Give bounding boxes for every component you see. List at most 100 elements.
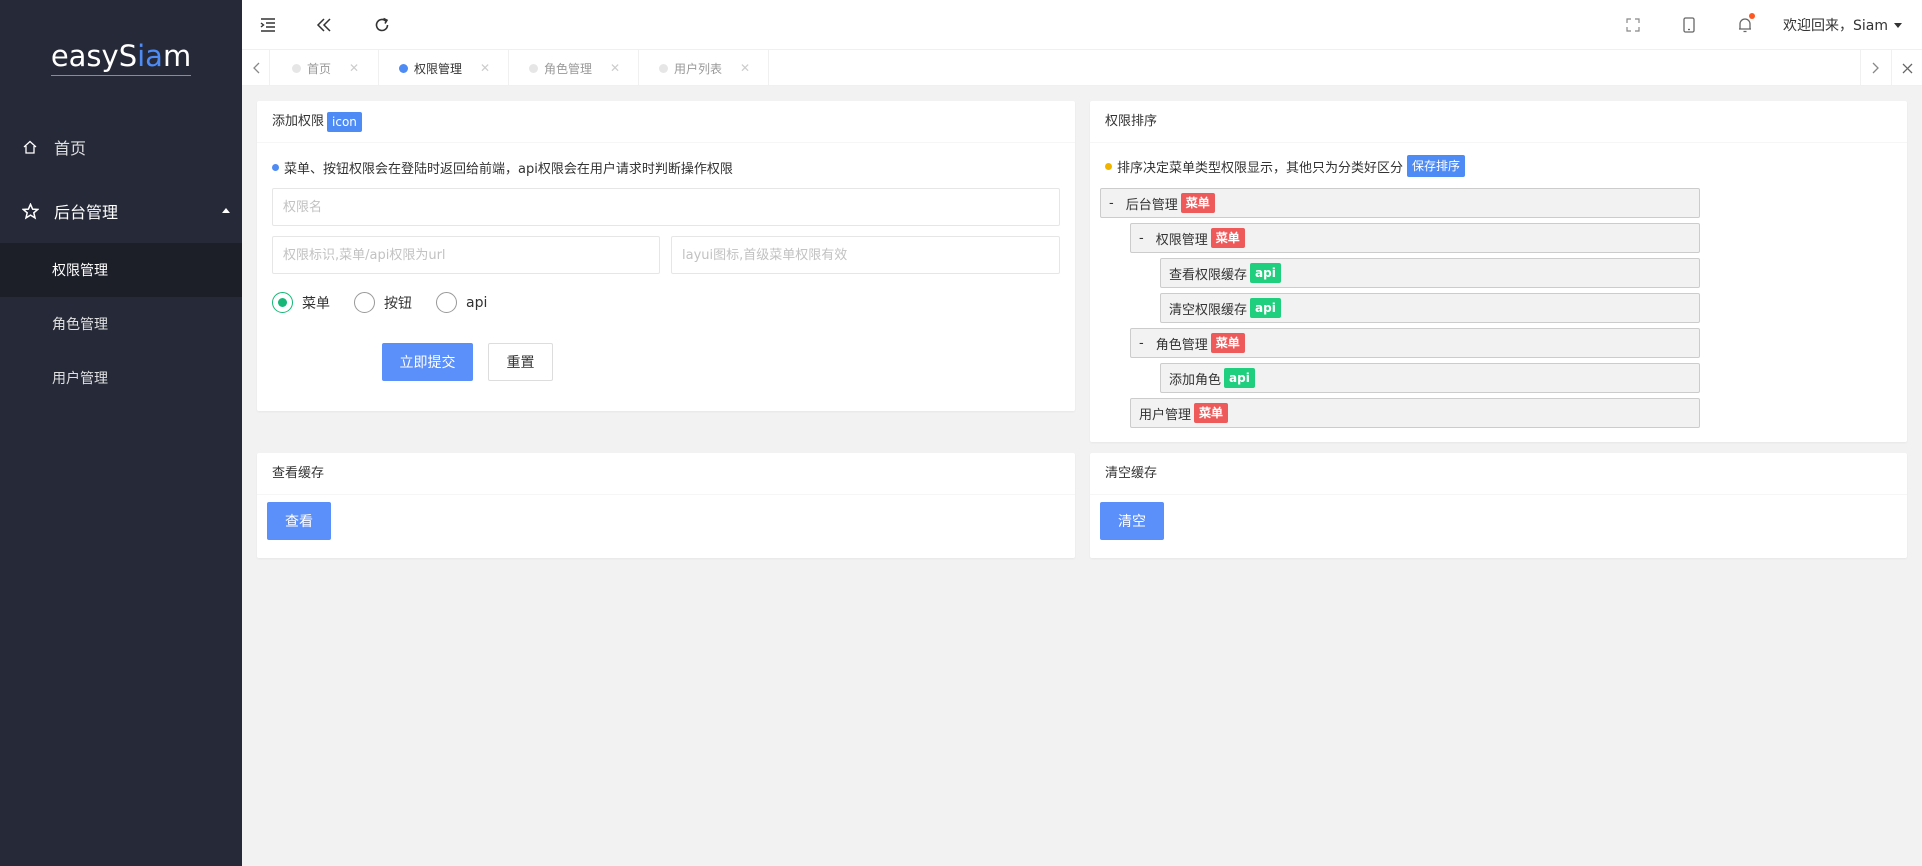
card-header: 添加权限 icon [257,101,1075,143]
view-cache-card: 查看缓存 查看 [257,453,1075,558]
tree-node-label: 查看权限缓存 [1169,267,1248,283]
sidebar-subitem-permissions[interactable]: 权限管理 [0,243,242,297]
api-tag: api [1250,298,1281,318]
tab-label: 用户列表 [674,61,723,76]
close-all-tabs-icon[interactable] [1891,50,1922,86]
radio-button[interactable]: 按钮 [354,292,412,313]
mobile-icon[interactable] [1661,0,1717,50]
tree-node-label: 权限管理 [1155,232,1208,248]
bell-icon[interactable] [1717,0,1773,50]
tab-dot [659,63,668,73]
tab-bar: 首页 ✕ 权限管理 ✕ 角色管理 ✕ 用户列表 ✕ [242,50,1922,86]
menu-tag: 菜单 [1210,333,1245,353]
tree-node[interactable]: 添加角色 api [1160,363,1700,393]
permission-name-input[interactable] [272,188,1060,226]
reset-button[interactable]: 重置 [488,343,553,381]
tab-permissions[interactable]: 权限管理 ✕ [379,50,509,86]
menu-fold-icon[interactable] [248,0,288,50]
permission-icon-input[interactable] [671,236,1060,274]
card-header: 清空缓存 [1090,453,1907,495]
radio-label: 菜单 [302,295,330,312]
tree-node-label: 清空权限缓存 [1169,302,1248,318]
radio-label: api [466,294,488,311]
tree-node[interactable]: 查看权限缓存 api [1160,258,1700,288]
view-cache-button[interactable]: 查看 [267,502,331,540]
info-note: 排序决定菜单类型权限显示，其他只为分类好区分 保存排序 [1105,155,1466,177]
icon-badge[interactable]: icon [327,111,362,132]
refresh-icon[interactable] [362,0,402,50]
notification-dot [1749,13,1755,19]
tab-label: 权限管理 [414,61,463,76]
sidebar-subitem-users[interactable]: 用户管理 [0,351,242,405]
info-note: 菜单、按钮权限会在登陆时返回给前端，api权限会在用户请求时判断操作权限 [272,158,733,177]
caret-down-icon [1894,22,1902,28]
sidebar-subitem-roles[interactable]: 角色管理 [0,297,242,351]
tree-node[interactable]: - 权限管理 菜单 [1130,223,1700,253]
close-icon[interactable]: ✕ [349,61,359,75]
tree-node-label: 后台管理 [1125,197,1178,213]
permission-sort-card: 权限排序 排序决定菜单类型权限显示，其他只为分类好区分 保存排序 - 后台管理 … [1090,101,1907,442]
user-menu[interactable]: 欢迎回来，Siam [1773,15,1922,35]
tree-node-label: 用户管理 [1139,407,1192,423]
sidebar-item-label: 首页 [54,139,87,158]
double-left-icon[interactable] [304,0,344,50]
tab-home[interactable]: 首页 ✕ [272,50,379,86]
card-header: 查看缓存 [257,453,1075,495]
permission-ident-input[interactable] [272,236,660,274]
fullscreen-icon[interactable] [1605,0,1661,50]
home-icon [22,139,44,155]
tab-dot [399,63,408,73]
tab-scroll-right-icon[interactable] [1860,50,1891,86]
card-title: 添加权限 [272,113,325,129]
user-label: 欢迎回来，Siam [1783,18,1888,34]
tab-label: 首页 [307,61,332,76]
tree-node[interactable]: 用户管理 菜单 [1130,398,1700,428]
clear-cache-card: 清空缓存 清空 [1090,453,1907,558]
tree-node[interactable]: 清空权限缓存 api [1160,293,1700,323]
sidebar-item-label: 后台管理 [54,203,119,222]
submit-button[interactable]: 立即提交 [382,343,473,381]
tab-users[interactable]: 用户列表 ✕ [639,50,769,86]
radio-api[interactable]: api [436,292,487,313]
tree-node[interactable]: - 角色管理 菜单 [1130,328,1700,358]
save-sort-button[interactable]: 保存排序 [1407,155,1466,177]
collapse-icon[interactable]: - [1109,196,1114,211]
api-tag: api [1224,368,1255,388]
logo[interactable]: easySiam [0,0,242,115]
menu-tag: 菜单 [1180,193,1215,213]
add-permission-card: 添加权限 icon 菜单、按钮权限会在登陆时返回给前端，api权限会在用户请求时… [257,101,1075,411]
radio-checked-icon [272,292,293,313]
tab-label: 角色管理 [544,61,593,76]
tree-node-label: 添加角色 [1169,372,1222,388]
close-icon[interactable]: ✕ [610,61,620,75]
tab-scroll-left-icon[interactable] [242,50,270,86]
radio-unchecked-icon [436,292,457,313]
tab-dot [292,63,301,73]
close-icon[interactable]: ✕ [740,61,750,75]
collapse-icon[interactable]: - [1139,231,1144,246]
sidebar-item-home[interactable]: 首页 [0,115,242,179]
tree-node[interactable]: - 后台管理 菜单 [1100,188,1700,218]
collapse-icon[interactable]: - [1139,336,1144,351]
radio-label: 按钮 [384,295,412,312]
tab-roles[interactable]: 角色管理 ✕ [509,50,639,86]
card-title: 清空缓存 [1105,465,1158,481]
star-icon [22,202,44,220]
radio-menu[interactable]: 菜单 [272,292,330,313]
api-tag: api [1250,263,1281,283]
note-text: 排序决定菜单类型权限显示，其他只为分类好区分 [1117,160,1404,176]
tree-node-label: 角色管理 [1155,337,1208,353]
sidebar: easySiam 首页 后台管理 权限管理 角色管理 用户管理 [0,0,242,866]
note-text: 菜单、按钮权限会在登陆时返回给前端，api权限会在用户请求时判断操作权限 [284,162,733,177]
bullet-dot [1105,162,1112,170]
logo-text: easySiam [50,39,192,76]
card-header: 权限排序 [1090,101,1907,143]
header: 欢迎回来，Siam [242,0,1922,50]
tab-dot [529,63,538,73]
close-icon[interactable]: ✕ [480,61,490,75]
menu-tag: 菜单 [1210,228,1245,248]
clear-cache-button[interactable]: 清空 [1100,502,1164,540]
menu-tag: 菜单 [1194,403,1229,423]
sidebar-item-admin[interactable]: 后台管理 [0,179,242,243]
card-title: 权限排序 [1105,113,1158,129]
